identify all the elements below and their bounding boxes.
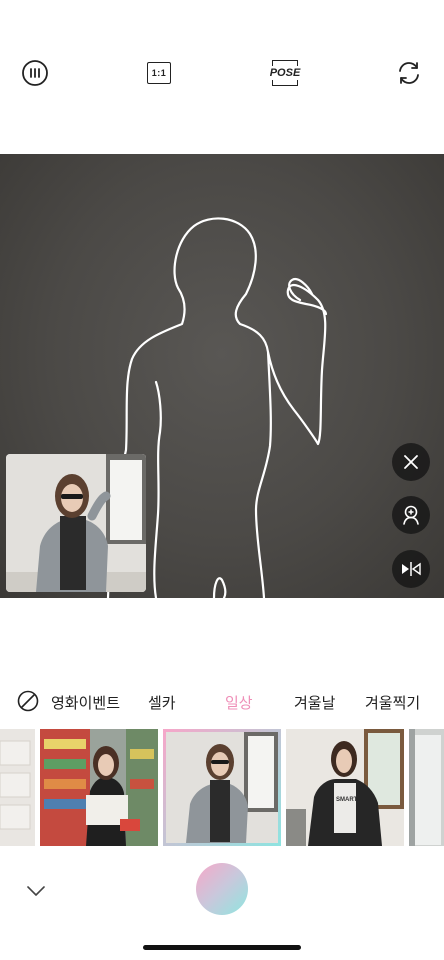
menu-button[interactable] (20, 58, 50, 88)
reference-pose-thumbnail[interactable] (6, 454, 146, 592)
pose-category-bar: 영화이벤트 셀카 일상 겨울날 겨울찍기 (0, 686, 444, 718)
no-filter-button[interactable] (17, 690, 39, 712)
pose-thumbnail-strip: SMART (0, 729, 444, 846)
category-tab-movie-event[interactable]: 영화이벤트 (51, 692, 120, 713)
person-zoom-icon (403, 505, 419, 525)
no-filter-icon (17, 690, 39, 712)
aspect-ratio-button[interactable]: 1:1 (144, 58, 174, 88)
top-toolbar: 1:1 POSE (0, 0, 444, 154)
pose-thumbnail[interactable] (409, 729, 444, 846)
thumbnail-image: SMART (286, 729, 404, 846)
shutter-button[interactable] (196, 863, 248, 915)
category-tab-selfie[interactable]: 셀카 (148, 692, 176, 713)
pose-label: POSE (270, 60, 300, 86)
pose-button[interactable]: POSE (269, 58, 301, 88)
pose-thumbnail-selected[interactable] (163, 729, 281, 846)
chevron-down-icon (27, 886, 45, 896)
thumbnail-image (40, 729, 158, 846)
camera-preview[interactable] (0, 154, 444, 598)
mirror-icon (402, 562, 421, 576)
category-tab-winter-day[interactable]: 겨울날 (294, 692, 335, 713)
category-tab-daily[interactable]: 일상 (225, 692, 253, 713)
mirror-button[interactable] (392, 550, 430, 588)
aspect-ratio-label: 1:1 (147, 62, 171, 84)
menu-dots-icon (22, 60, 48, 86)
svg-text:SMART: SMART (336, 797, 358, 803)
camera-switch-icon (399, 62, 419, 84)
thumbnail-image (409, 729, 444, 846)
close-pose-button[interactable] (392, 443, 430, 481)
reference-photo (6, 454, 146, 592)
pose-thumbnail[interactable]: SMART (286, 729, 404, 846)
thumbnail-image (0, 729, 35, 846)
collapse-button[interactable] (26, 884, 46, 898)
close-icon (404, 455, 418, 469)
camera-switch-button[interactable] (394, 58, 424, 88)
pose-thumbnail[interactable] (0, 729, 35, 846)
category-tab-winter-shot[interactable]: 겨울찍기 (365, 692, 420, 713)
home-indicator[interactable] (143, 945, 301, 950)
thumbnail-image (166, 732, 278, 843)
person-zoom-button[interactable] (392, 496, 430, 534)
pose-thumbnail[interactable] (40, 729, 158, 846)
